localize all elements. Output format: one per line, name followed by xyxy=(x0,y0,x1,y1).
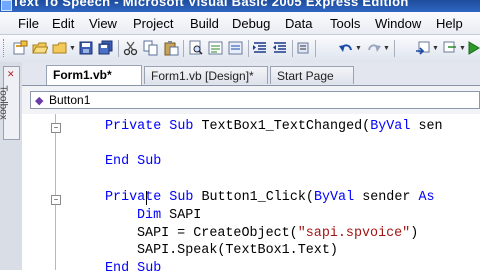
menu-window[interactable]: Window xyxy=(375,16,421,31)
chevron-down-icon[interactable]: ▼ xyxy=(355,45,362,52)
menu-project[interactable]: Project xyxy=(133,16,173,31)
open-file-dropdown-icon[interactable] xyxy=(52,40,68,56)
new-project-icon[interactable] xyxy=(12,40,28,56)
title-bar: Text To Speech - Microsoft Visual Basic … xyxy=(0,0,480,12)
toolbox-sidebar: ✕ Toolbox xyxy=(0,62,23,270)
toolbar-separator xyxy=(394,40,395,57)
toolbar-separator xyxy=(248,40,249,57)
object-icon: ◆ xyxy=(35,95,44,107)
menu-view[interactable]: View xyxy=(89,16,117,31)
menu-data[interactable]: Data xyxy=(285,16,312,31)
open-file-icon[interactable] xyxy=(32,40,48,56)
toolbar-grip[interactable] xyxy=(3,39,7,57)
menu-build[interactable]: Build xyxy=(190,16,219,31)
document-tab-strip: Form1.vb* Form1.vb [Design]* Start Page xyxy=(22,62,480,86)
navigate-forward-icon[interactable] xyxy=(442,40,458,56)
toolbar-separator xyxy=(315,40,316,57)
uncomment-icon[interactable] xyxy=(228,40,244,56)
text-cursor xyxy=(146,191,147,205)
tab-form1-vb[interactable]: Form1.vb* xyxy=(46,65,142,85)
menu-file[interactable]: File xyxy=(18,16,39,31)
menu-tools[interactable]: Tools xyxy=(330,16,360,31)
code-editor[interactable]: − − Private Sub TextBox1_TextChanged(ByV… xyxy=(22,114,480,276)
code-line: Private Sub Button1_Click(ByVal sender A… xyxy=(105,190,435,205)
menu-debug[interactable]: Debug xyxy=(232,16,270,31)
start-debug-icon[interactable] xyxy=(466,40,480,56)
chevron-down-icon[interactable]: ▼ xyxy=(383,45,390,52)
toolbox-close-icon[interactable]: ✕ xyxy=(7,69,15,80)
code-line: SAPI = CreateObject("sapi.spvoice") xyxy=(137,226,419,241)
code-line: End Sub xyxy=(105,261,162,276)
menu-edit[interactable]: Edit xyxy=(52,16,74,31)
toolbar-separator xyxy=(118,40,119,57)
collapse-toggle-icon[interactable]: − xyxy=(51,195,61,205)
tab-form1-design[interactable]: Form1.vb [Design]* xyxy=(144,66,268,84)
save-icon[interactable] xyxy=(78,40,94,56)
copy-icon[interactable] xyxy=(143,40,159,56)
indent-icon[interactable] xyxy=(252,40,268,56)
code-navigation-bar: ◆ Button1 xyxy=(22,86,480,115)
standard-toolbar: ▼ ▼ ▼ ▼ ▼ xyxy=(0,35,480,63)
paste-icon[interactable] xyxy=(163,40,179,56)
code-line: Dim SAPI xyxy=(137,208,202,223)
chevron-down-icon[interactable]: ▼ xyxy=(459,45,466,52)
code-line: Private Sub TextBox1_TextChanged(ByVal s… xyxy=(105,119,443,134)
toolbar-separator xyxy=(292,40,293,57)
code-line: SAPI.Speak(TextBox1.Text) xyxy=(137,243,338,258)
app-icon xyxy=(1,0,12,11)
undo-icon[interactable] xyxy=(338,40,354,56)
chevron-down-icon[interactable]: ▼ xyxy=(69,45,76,52)
toolbar-separator xyxy=(183,40,184,57)
toolbox-tab[interactable]: ✕ Toolbox xyxy=(0,66,20,140)
cut-icon[interactable] xyxy=(123,40,139,56)
window-title: Text To Speech - Microsoft Visual Basic … xyxy=(12,0,409,9)
class-name-dropdown[interactable]: ◆ Button1 xyxy=(30,91,480,109)
class-name-value: Button1 xyxy=(49,93,91,107)
redo-icon[interactable] xyxy=(366,40,382,56)
menu-bar: File Edit View Project Build Debug Data … xyxy=(0,12,480,35)
tab-start-page[interactable]: Start Page xyxy=(270,66,354,84)
chevron-down-icon[interactable]: ▼ xyxy=(432,45,439,52)
comment-icon[interactable] xyxy=(208,40,224,56)
outdent-icon[interactable] xyxy=(272,40,288,56)
code-line: End Sub xyxy=(105,154,162,169)
outline-gutter xyxy=(55,114,56,270)
menu-help[interactable]: Help xyxy=(436,16,463,31)
toolbox-label: Toolbox xyxy=(0,85,9,120)
collapse-toggle-icon[interactable]: − xyxy=(51,123,61,133)
navigate-back-icon[interactable] xyxy=(415,40,431,56)
save-all-icon[interactable] xyxy=(98,40,114,56)
word-wrap-icon[interactable] xyxy=(295,40,311,56)
find-icon[interactable] xyxy=(188,40,204,56)
